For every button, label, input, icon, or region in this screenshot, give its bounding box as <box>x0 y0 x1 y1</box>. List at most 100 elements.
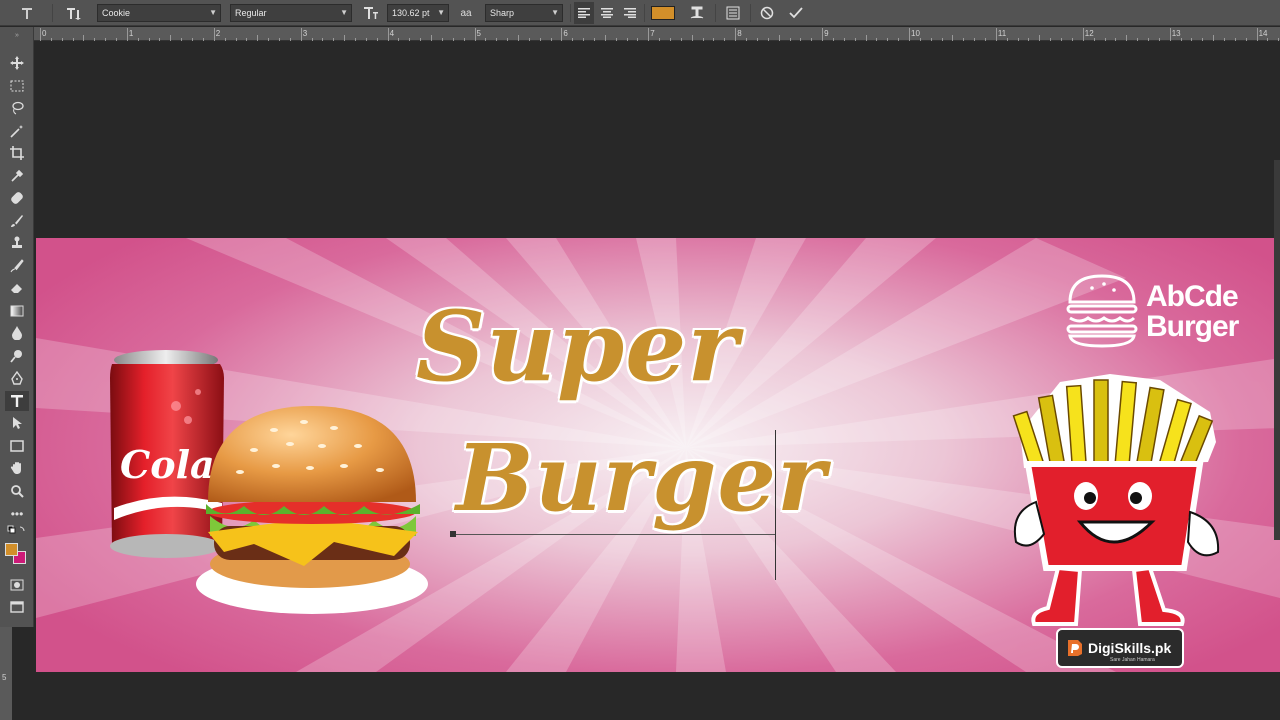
ruler-tick <box>767 38 769 41</box>
panel-collapse-icon[interactable]: » <box>5 31 29 39</box>
more-tools-icon[interactable]: ••• <box>5 504 29 524</box>
brand-logo: AbCde Burger <box>1066 264 1239 348</box>
foreground-color-swatch[interactable] <box>5 543 18 556</box>
ruler-number: 8 <box>737 29 742 38</box>
font-style-select[interactable]: Regular ▼ <box>230 4 352 22</box>
chevron-down-icon: ▼ <box>209 8 217 17</box>
path-selection-tool-icon[interactable] <box>5 413 29 433</box>
color-picker-swatches[interactable] <box>5 539 29 569</box>
ruler-tick <box>680 38 682 41</box>
ruler-tick <box>1115 38 1117 41</box>
headline-line-2[interactable]: Burger <box>456 424 826 532</box>
ruler-tick <box>213 28 215 41</box>
ruler-tick <box>1256 28 1258 41</box>
font-style-value: Regular <box>235 8 267 18</box>
ruler-tick <box>1082 28 1084 41</box>
move-tool-icon[interactable] <box>5 53 29 73</box>
document-banner[interactable]: Cola Super Burger AbCde Burger DigiSkill… <box>36 238 1280 672</box>
separator <box>52 4 53 22</box>
crop-tool-icon[interactable] <box>5 143 29 163</box>
ruler-number: 1 <box>128 29 134 38</box>
ruler-number: 2 <box>215 29 221 38</box>
headline-line-1[interactable]: Super <box>416 290 739 403</box>
default-colors-icon[interactable] <box>5 524 29 536</box>
ruler-tick <box>800 38 802 41</box>
ruler-tick <box>1071 38 1073 41</box>
eraser-tool-icon[interactable] <box>5 278 29 298</box>
font-size-value: 130.62 pt <box>392 8 430 18</box>
ruler-tick <box>246 38 248 41</box>
ruler-tick <box>702 38 704 41</box>
cancel-icon[interactable] <box>757 0 777 26</box>
align-left-icon[interactable] <box>574 2 594 24</box>
pen-tool-icon[interactable] <box>5 368 29 388</box>
ruler-number: 6 <box>563 29 568 38</box>
screen-mode-icon[interactable] <box>5 597 29 617</box>
text-color-swatch[interactable] <box>649 0 677 26</box>
brush-tool-icon[interactable] <box>5 211 29 231</box>
ruler-tick <box>1278 38 1280 41</box>
ruler-tick <box>420 38 422 41</box>
digiskills-logo-icon <box>1068 640 1082 656</box>
marquee-tool-icon[interactable] <box>5 76 29 96</box>
ruler-tick <box>278 38 280 41</box>
ruler-tick <box>300 28 302 41</box>
ruler-tick <box>670 38 672 41</box>
ruler-tick <box>507 38 509 41</box>
type-tool-preset-icon[interactable] <box>14 0 40 26</box>
font-size-select[interactable]: 130.62 pt ▼ <box>387 4 449 22</box>
rectangle-tool-icon[interactable] <box>5 436 29 456</box>
gradient-tool-icon[interactable] <box>5 301 29 321</box>
align-right-icon[interactable] <box>620 0 640 26</box>
digiskills-watermark: DigiSkills.pk Sare Jahan Hamara <box>1056 628 1184 668</box>
ruler-tick <box>1137 38 1139 41</box>
ruler-tick <box>1147 38 1149 41</box>
history-brush-tool-icon[interactable] <box>5 256 29 276</box>
warp-text-icon[interactable] <box>687 0 707 26</box>
ruler-tick <box>289 38 291 41</box>
ruler-tick <box>224 38 226 41</box>
ruler-tick <box>1061 38 1063 41</box>
ruler-tick <box>930 38 932 41</box>
commit-check-icon[interactable] <box>786 0 806 26</box>
ruler-tick <box>974 38 976 41</box>
character-panel-icon[interactable] <box>723 0 743 26</box>
text-baseline-handle[interactable] <box>450 531 456 537</box>
dodge-tool-icon[interactable] <box>5 346 29 366</box>
font-family-select[interactable]: Cookie ▼ <box>97 4 221 22</box>
ruler-tick <box>985 38 987 41</box>
magic-wand-tool-icon[interactable] <box>5 121 29 141</box>
antialias-select[interactable]: Sharp ▼ <box>485 4 563 22</box>
ruler-tick <box>789 38 791 41</box>
ruler-tick <box>887 38 889 41</box>
blur-tool-icon[interactable] <box>5 323 29 343</box>
ruler-tick <box>474 28 476 41</box>
quick-mask-icon[interactable] <box>5 575 29 595</box>
ruler-tick <box>94 38 96 41</box>
lasso-tool-icon[interactable] <box>5 98 29 118</box>
hand-tool-icon[interactable] <box>5 458 29 478</box>
type-tool-icon[interactable] <box>5 391 29 411</box>
healing-brush-tool-icon[interactable] <box>5 188 29 208</box>
zoom-tool-icon[interactable] <box>5 481 29 501</box>
ruler-tick <box>1224 38 1225 41</box>
ruler-tick <box>311 38 313 41</box>
clone-stamp-tool-icon[interactable] <box>5 233 29 253</box>
ruler-tick <box>1158 38 1160 41</box>
canvas-area[interactable]: Cola Super Burger AbCde Burger DigiSkill… <box>35 42 1280 720</box>
ruler-tick <box>1213 35 1215 41</box>
watermark-text: DigiSkills.pk <box>1088 640 1172 656</box>
ruler-tick <box>604 35 606 41</box>
ruler-tick <box>1126 35 1128 41</box>
ruler-number: 11 <box>997 29 1007 38</box>
toggle-orientation-icon[interactable] <box>62 0 86 26</box>
ruler-number: 13 <box>1171 29 1181 38</box>
ruler-tick <box>159 38 161 41</box>
ruler-tick <box>1039 35 1041 41</box>
vertical-scrollbar[interactable] <box>1274 160 1280 540</box>
eyedropper-tool-icon[interactable] <box>5 166 29 186</box>
ruler-number: 10 <box>911 29 920 38</box>
ruler-tick <box>1093 38 1095 41</box>
align-center-icon[interactable] <box>597 0 617 26</box>
ruler-tick <box>452 38 454 41</box>
